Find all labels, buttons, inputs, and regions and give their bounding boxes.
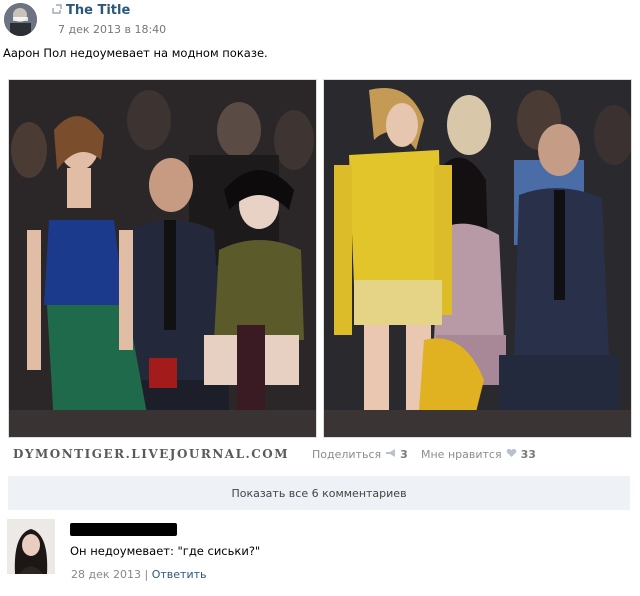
comment-author-redacted: [70, 523, 177, 536]
share-label: Поделиться: [312, 448, 382, 461]
heart-icon: [506, 448, 517, 461]
post-photo-right[interactable]: [323, 79, 632, 438]
like-label: Мне нравится: [421, 448, 502, 461]
share-count: 3: [400, 448, 408, 461]
comment-date[interactable]: 28 дек 2013: [71, 568, 141, 581]
post-photo-left[interactable]: [8, 79, 317, 438]
like-button[interactable]: Мне нравится 33: [421, 448, 536, 461]
comment-avatar[interactable]: [7, 519, 55, 574]
comment-text: Он недоумевает: "где сиськи?": [70, 544, 261, 558]
comment-meta: 28 дек 2013 | Ответить: [71, 568, 207, 581]
reply-link[interactable]: Ответить: [152, 568, 207, 581]
post-title[interactable]: The Title: [66, 3, 130, 18]
post-header: The Title: [52, 3, 130, 18]
repost-icon: [52, 3, 62, 18]
group-avatar[interactable]: [4, 3, 37, 36]
watermark: DYMONTIGER.LIVEJOURNAL.COM: [13, 447, 290, 461]
post-date[interactable]: 7 дек 2013 в 18:40: [58, 23, 166, 36]
like-count: 33: [520, 448, 536, 461]
share-button[interactable]: Поделиться 3: [312, 448, 408, 461]
comment-separator: |: [144, 568, 149, 581]
megaphone-icon: [385, 448, 396, 461]
post-text: Аарон Пол недоумевает на модном показе.: [3, 46, 268, 60]
show-all-comments-button[interactable]: Показать все 6 комментариев: [8, 476, 630, 510]
